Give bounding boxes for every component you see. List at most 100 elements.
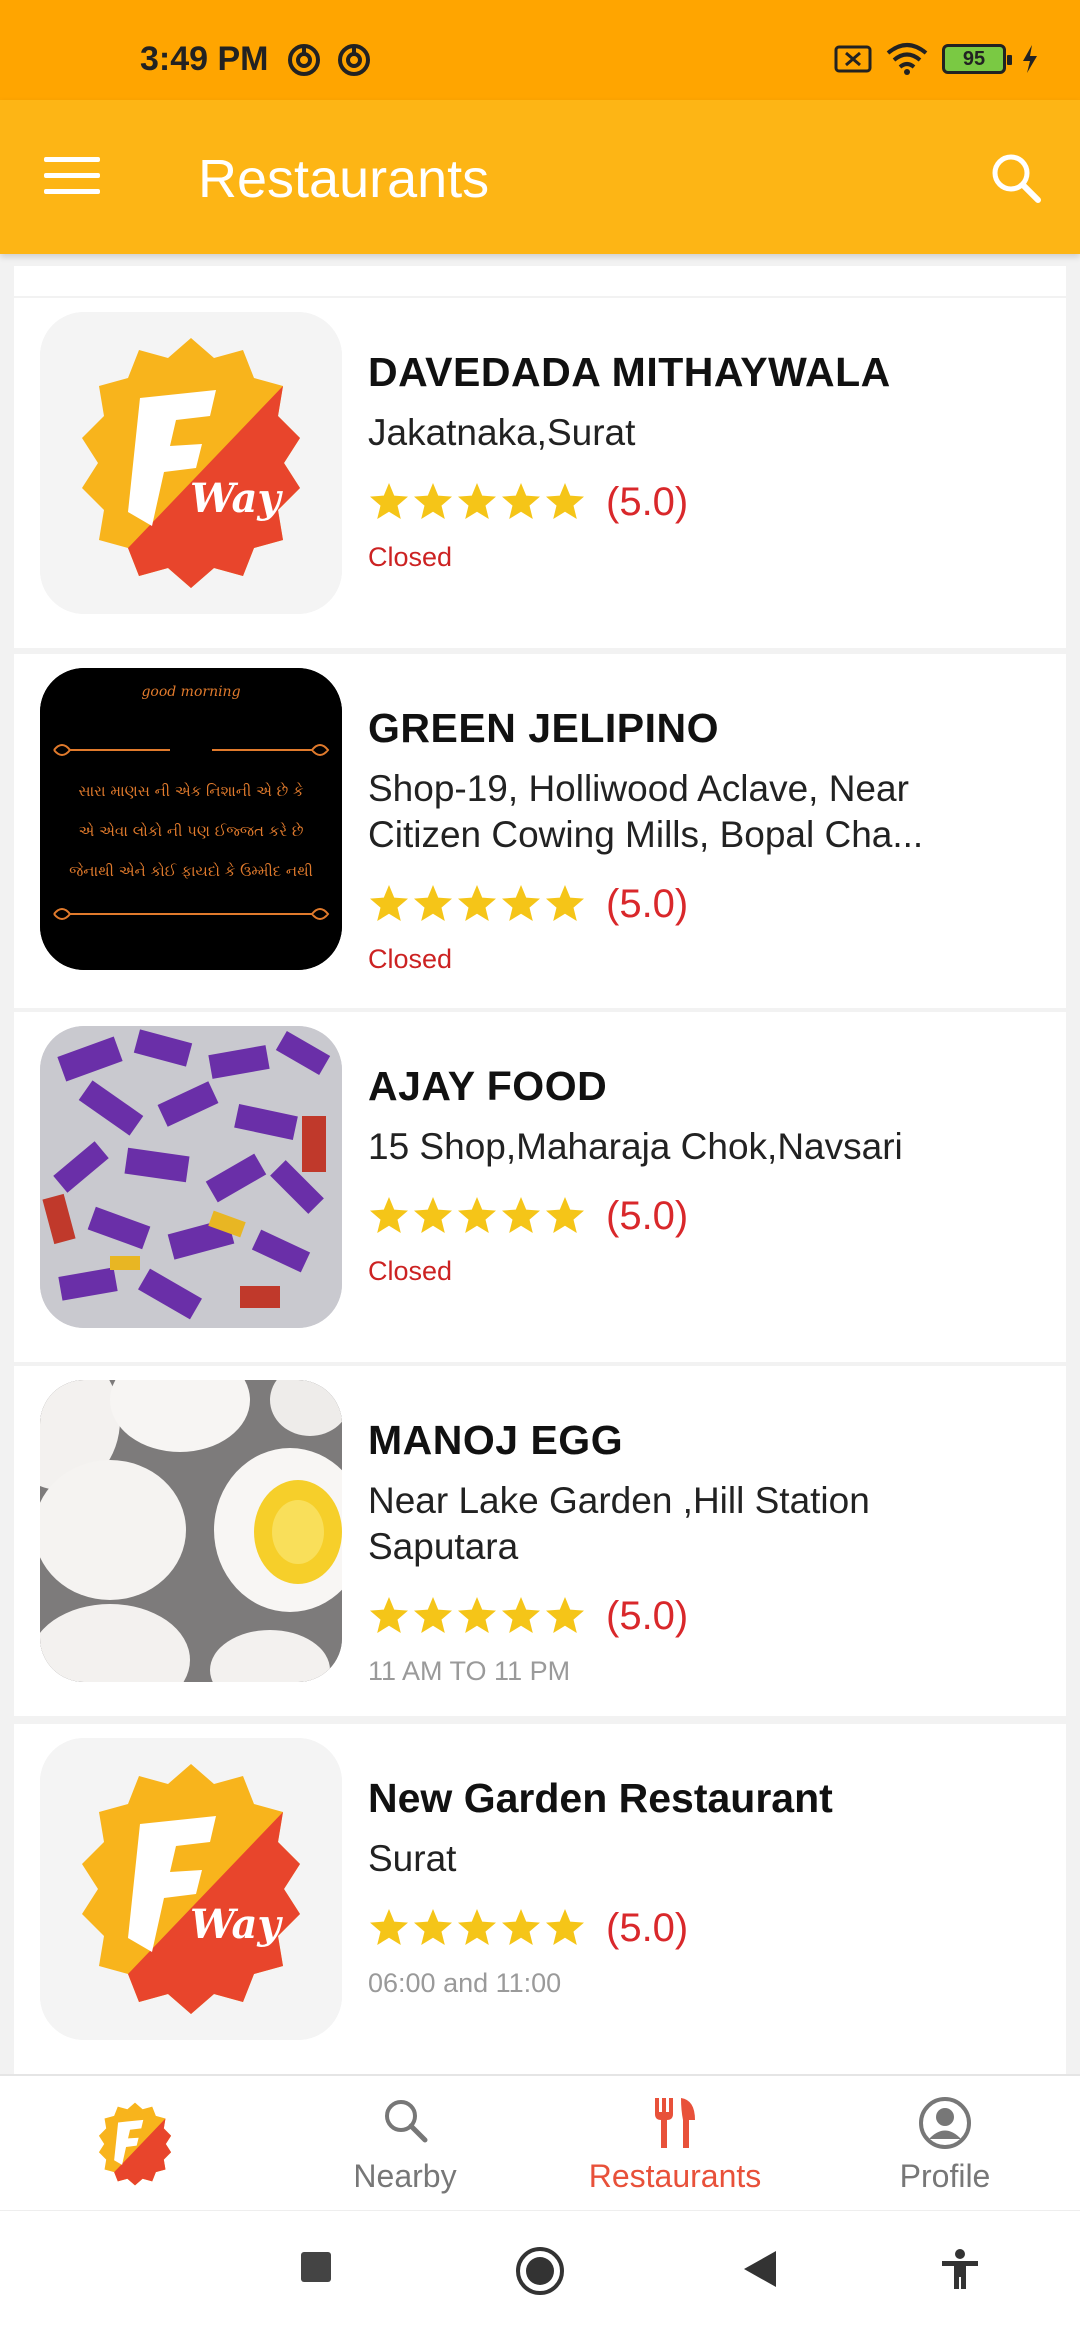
rating: (5.0) — [368, 474, 1028, 530]
rating: (5.0) — [368, 1900, 1028, 1956]
restaurant-name: GREEN JELIPINO — [368, 705, 720, 751]
status-left-icons — [286, 42, 372, 78]
restaurant-list[interactable]: Way DAVEDADA MITHAYWALA Jakatnaka,Surat … — [0, 254, 1080, 2074]
nav-profile[interactable]: Profile — [810, 2076, 1080, 2212]
star-icon — [370, 885, 408, 921]
restaurant-image — [40, 1026, 342, 1328]
restaurant-address: Surat — [368, 1838, 457, 1879]
star-icon — [370, 1197, 408, 1233]
star-icon — [546, 483, 584, 519]
star-icon — [370, 1597, 408, 1633]
open-status: Closed — [368, 944, 453, 974]
rating: (5.0) — [368, 876, 1028, 932]
star-icon — [546, 885, 584, 921]
star-icon — [458, 483, 496, 519]
star-icon — [502, 483, 540, 519]
image-line-1: સારા માણસ ની એક નિશાની એ છે કે — [78, 782, 304, 800]
star-rating — [368, 1195, 586, 1237]
good-morning-quote-image: good morning સારા માણસ ની એક નિશાની એ છે… — [40, 668, 342, 970]
star-icon — [458, 1197, 496, 1233]
rating-value: (5.0) — [606, 881, 689, 926]
star-icon — [370, 1909, 408, 1945]
app-bar: Restaurants — [0, 100, 1080, 254]
rating-value: (5.0) — [606, 1193, 689, 1238]
bottom-navigation: Nearby Restaurants Profile — [0, 2074, 1080, 2210]
restaurant-address: Shop-19, Holliwood Aclave, Near Citizen … — [368, 768, 924, 855]
logo-text: Way — [190, 1901, 283, 1948]
star-rating — [368, 1595, 586, 1637]
star-icon — [502, 1597, 540, 1633]
image-header-text: good morning — [141, 684, 240, 700]
restaurant-logo: Way — [40, 312, 342, 614]
vpn-icon — [288, 44, 320, 76]
hamburger-menu-icon[interactable] — [44, 157, 100, 197]
fway-logo-icon: Way — [40, 1738, 342, 2040]
back-icon[interactable] — [742, 2249, 778, 2289]
opening-hours: 11 AM TO 11 PM — [368, 1656, 571, 1686]
accessibility-icon[interactable] — [940, 2249, 980, 2291]
chocolate-wrappers-image — [40, 1026, 342, 1328]
restaurant-image: good morning સારા માણસ ની એક નિશાની એ છે… — [40, 668, 342, 970]
nav-home[interactable] — [0, 2076, 270, 2212]
star-icon — [370, 483, 408, 519]
recents-icon[interactable] — [298, 2249, 334, 2285]
restaurant-name: MANOJ EGG — [368, 1417, 624, 1463]
star-icon — [502, 885, 540, 921]
star-icon — [546, 1597, 584, 1633]
search-icon[interactable] — [988, 150, 1044, 206]
nav-label: Nearby — [353, 2158, 457, 2194]
star-rating — [368, 883, 586, 925]
sim-off-icon — [834, 45, 872, 73]
logo-text: Way — [190, 475, 283, 522]
star-icon — [546, 1197, 584, 1233]
status-time: 3:49 PM — [140, 40, 269, 78]
rating-value: (5.0) — [606, 479, 689, 524]
star-icon — [414, 1597, 452, 1633]
restaurant-name: AJAY FOOD — [368, 1063, 608, 1109]
open-status: Closed — [368, 1256, 453, 1286]
restaurant-name: New Garden Restaurant — [368, 1775, 833, 1821]
image-line-3: જેનાથી એને કોઈ ફાયદો કે ઉમ્મીદ નથી — [69, 862, 313, 880]
fway-logo-icon: Way — [40, 312, 342, 614]
restaurant-address: 15 Shop,Maharaja Chok,Navsari — [368, 1126, 903, 1167]
restaurant-logo: Way — [40, 1738, 342, 2040]
restaurant-card[interactable]: MANOJ EGG Near Lake Garden ,Hill Station… — [14, 1366, 1066, 1716]
opening-hours: 06:00 and 11:00 — [368, 1968, 562, 1998]
rating: (5.0) — [368, 1588, 1028, 1644]
home-icon[interactable] — [514, 2245, 566, 2297]
restaurant-address: Near Lake Garden ,Hill Station Saputara — [368, 1480, 870, 1567]
star-icon — [458, 1909, 496, 1945]
restaurant-card[interactable]: good morning સારા માણસ ની એક નિશાની એ છે… — [14, 654, 1066, 1008]
rating-value: (5.0) — [606, 1905, 689, 1950]
star-icon — [502, 1909, 540, 1945]
nav-label: Restaurants — [588, 2158, 762, 2194]
nav-restaurants[interactable]: Restaurants — [540, 2076, 810, 2212]
list-item-partial — [14, 266, 1066, 296]
system-navigation — [0, 2210, 1080, 2340]
restaurant-card[interactable]: Way DAVEDADA MITHAYWALA Jakatnaka,Surat … — [14, 298, 1066, 648]
page-title: Restaurants — [198, 149, 490, 209]
nav-label: Profile — [899, 2158, 991, 2194]
vpn-icon — [338, 44, 370, 76]
star-icon — [414, 1197, 452, 1233]
restaurant-card[interactable]: AJAY FOOD 15 Shop,Maharaja Chok,Navsari … — [14, 1012, 1066, 1362]
star-rating — [368, 1907, 586, 1949]
profile-icon — [919, 2097, 971, 2149]
star-icon — [458, 885, 496, 921]
nav-nearby[interactable]: Nearby — [270, 2076, 540, 2212]
image-line-2: એ એવા લોકો ની પણ ઈજ્જત કરે છે — [79, 822, 304, 840]
rating-value: (5.0) — [606, 1593, 689, 1638]
fork-knife-icon — [655, 2098, 695, 2148]
restaurant-card[interactable]: Way New Garden Restaurant Surat (5.0) 06… — [14, 1724, 1066, 2074]
status-bar: 3:49 PM 95 — [0, 0, 1080, 100]
restaurant-name: DAVEDADA MITHAYWALA — [368, 349, 891, 395]
fway-logo-icon[interactable] — [85, 2094, 185, 2194]
wifi-icon — [886, 43, 928, 75]
star-icon — [414, 1909, 452, 1945]
star-icon — [546, 1909, 584, 1945]
status-right-icons: 95 — [834, 42, 1040, 76]
star-icon — [414, 483, 452, 519]
charging-icon — [1023, 45, 1037, 73]
restaurant-image — [40, 1380, 342, 1682]
star-icon — [458, 1597, 496, 1633]
